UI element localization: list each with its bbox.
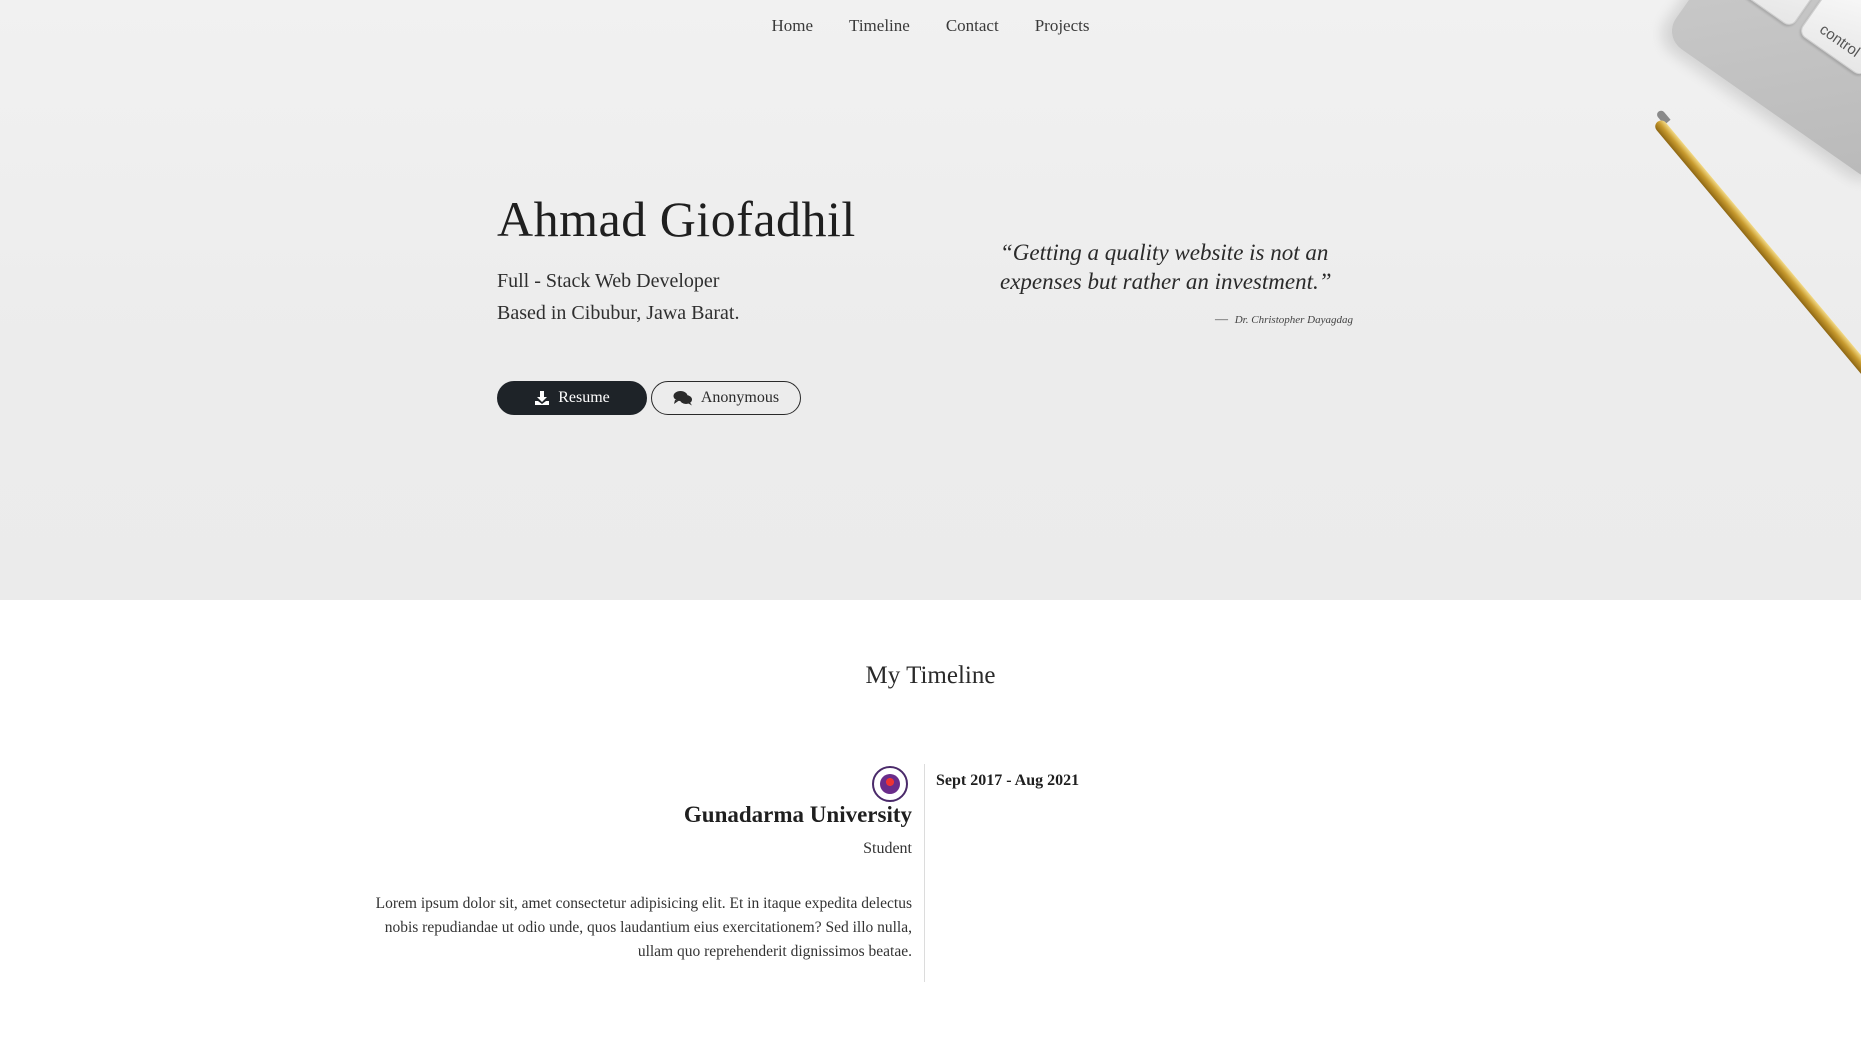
- top-nav: Home Timeline Contact Projects: [0, 16, 1861, 36]
- nav-item-home[interactable]: Home: [772, 16, 814, 36]
- resume-button-label: Resume: [558, 389, 610, 406]
- nav-item-timeline[interactable]: Timeline: [849, 16, 910, 36]
- hero-section: fn control Home Timeline Contact Project…: [0, 0, 1861, 600]
- timeline-title: My Timeline: [865, 662, 996, 689]
- timeline-entry-date: Sept 2017 - Aug 2021: [936, 772, 1080, 789]
- timeline-entry-institution: Gunadarma University: [683, 802, 912, 827]
- university-logo: [872, 766, 908, 802]
- chat-bubbles-icon: [673, 391, 692, 406]
- quote-author-name: Dr. Christopher Dayagdag: [1234, 314, 1353, 326]
- timeline-entry-description: Lorem ipsum dolor sit, amet consectetur …: [375, 895, 912, 960]
- hero-name: Ahmad Giofadhil: [497, 191, 856, 247]
- hero-role: Full - Stack Web Developer: [497, 270, 720, 292]
- hero-quote: “Getting a quality website is not an exp…: [1000, 240, 1332, 294]
- hero-tagline: Full - Stack Web Developer Based in Cibu…: [497, 265, 739, 329]
- key-label: fn: [1759, 0, 1779, 2]
- nav-item-contact[interactable]: Contact: [946, 16, 999, 36]
- anonymous-button[interactable]: Anonymous: [651, 381, 801, 415]
- resume-button[interactable]: Resume: [497, 381, 647, 415]
- anonymous-button-label: Anonymous: [700, 389, 780, 406]
- timeline-divider: [924, 764, 925, 982]
- university-seal-icon: [880, 774, 900, 794]
- quote-dash: —: [1214, 311, 1228, 326]
- download-icon: [535, 391, 550, 405]
- nav-item-projects[interactable]: Projects: [1035, 16, 1090, 36]
- timeline-entry-role: Student: [863, 840, 912, 857]
- quote-author: — Dr. Christopher Dayagdag: [1000, 311, 1353, 327]
- hero-location: Based in Cibubur, Jawa Barat.: [497, 302, 740, 324]
- pen-decoration: [1652, 118, 1861, 417]
- keyboard-key-control: control: [1797, 0, 1861, 78]
